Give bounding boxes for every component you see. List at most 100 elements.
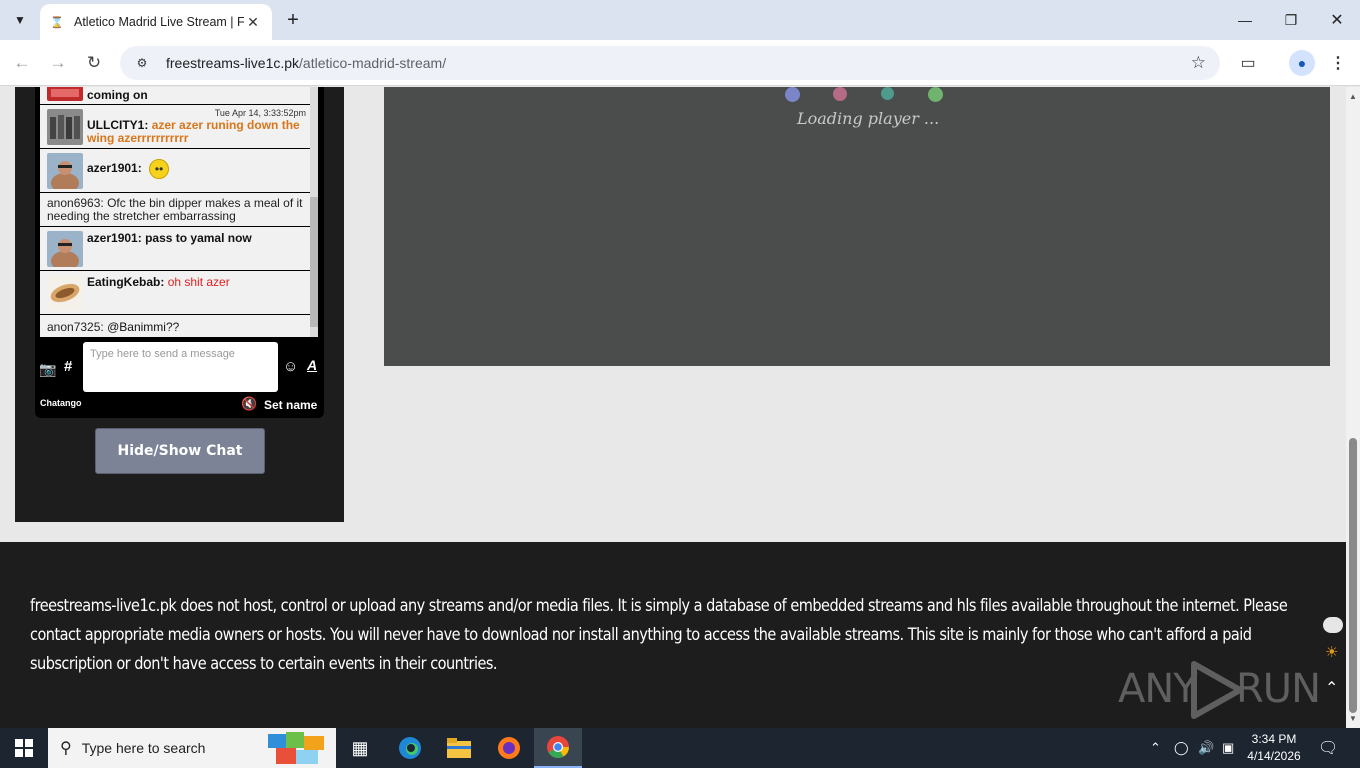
camera-icon[interactable]: 📷 [39,361,56,378]
file-explorer-icon[interactable] [435,728,483,768]
chat-message: EatingKebab: oh shit azer [40,271,310,315]
chrome-logo [547,736,569,758]
scroll-down-arrow-icon[interactable]: ▼ [1346,711,1360,725]
anyrun-watermark: ANY RUN [1118,658,1321,720]
watermark-text-left: ANY [1118,666,1198,712]
search-icon: ⚲ [60,740,72,757]
windows-taskbar: ⚲ Type here to search ▦ ⌃ ◯ 🔊 ▣ 3:34 PM … [0,728,1360,768]
emoticon-icon[interactable]: ☺ [283,358,298,375]
back-button[interactable]: ← [8,49,36,77]
url-host: freestreams-live1c.pk [166,55,300,71]
chat-avatar [47,153,83,189]
sun-icon[interactable]: ☀ [1325,643,1338,661]
scroll-up-arrow-icon[interactable]: ▲ [1346,89,1360,103]
loading-dot [833,87,847,101]
bookmark-star-icon[interactable]: ☆ [1191,53,1206,73]
firefox-logo [498,737,520,759]
kebab-avatar-image [47,275,83,311]
chat-message-text: pass to yamal now [145,231,252,245]
firefox-icon[interactable] [485,728,533,768]
network-icon[interactable]: ▣ [1222,728,1234,768]
page-scrollbar[interactable]: ▲ ▼ [1346,87,1360,728]
tab-close-icon[interactable]: ✕ [244,13,262,31]
start-button[interactable] [0,728,48,768]
taskbar-search-box[interactable]: ⚲ Type here to search [48,728,336,768]
active-tab[interactable]: ⌛ Atletico Madrid Live Stream | FS ✕ [40,4,272,40]
chat-avatar [47,109,83,145]
chatango-logo[interactable]: Chatango [40,398,82,408]
profile-avatar-icon: ● [1289,50,1315,76]
chat-username[interactable]: azer1901: [87,161,142,175]
chat-scrollbar[interactable] [310,87,318,337]
page-scrollbar-thumb[interactable] [1349,438,1357,713]
chat-username[interactable]: ULLCITY1: [87,118,148,132]
chat-username[interactable]: azer1901: [87,231,142,245]
loading-dot [785,87,800,102]
site-info-icon[interactable]: ⚙ [132,53,152,73]
new-tab-button[interactable]: + [280,6,306,34]
clock-date: 4/14/2026 [1247,749,1301,763]
url-path: /atletico-madrid-stream/ [299,55,447,71]
extensions-icon[interactable]: ▭ [1234,49,1262,77]
chat-message: Tue Apr 14, 3:33:52pm ULLCITY1: azer aze… [40,105,310,149]
clock-time: 3:34 PM [1251,732,1297,746]
chrome-icon[interactable] [534,728,582,768]
chat-message: anon6963: Ofc the bin dipper makes a mea… [40,193,310,227]
set-name-link[interactable]: Set name [264,398,317,412]
browser-toolbar: ← → ↻ ⚙ freestreams-live1c.pk/atletico-m… [0,40,1360,86]
taskbar-search-placeholder: Type here to search [81,740,206,756]
url-text: freestreams-live1c.pk/atletico-madrid-st… [166,55,446,71]
hashtag-icon[interactable]: # [64,358,72,375]
chat-message: azer1901: •• [40,149,310,193]
edge-browser-icon[interactable] [386,728,434,768]
tab-title: Atletico Madrid Live Stream | FS [74,15,244,29]
scroll-to-top-icon[interactable]: ⌃ [1325,678,1338,698]
chat-username[interactable]: anon7325: [47,320,104,334]
taskbar-clock[interactable]: 3:34 PM 4/14/2026 [1246,731,1302,765]
address-bar[interactable]: ⚙ freestreams-live1c.pk/atletico-madrid-… [120,46,1220,80]
hide-show-chat-button[interactable]: Hide/Show Chat [95,428,265,474]
loading-favicon-icon: ⌛ [50,16,64,29]
show-hidden-icons[interactable]: ⌃ [1150,728,1161,768]
mute-speaker-icon[interactable]: 🔇 [241,396,257,412]
chat-message: azer1901: pass to yamal now [40,227,310,271]
reload-button[interactable]: ↻ [80,49,108,77]
font-style-icon[interactable]: A [307,357,317,373]
browser-menu-icon[interactable]: ⋮ [1324,49,1352,77]
meet-now-icon[interactable]: ◯ [1174,728,1189,768]
chat-messages[interactable]: coming on Tue Apr 14, 3:33:52pm ULLCITY1… [40,87,310,337]
site-footer: freestreams-live1c.pk does not host, con… [0,542,1346,728]
page-content: coming on Tue Apr 14, 3:33:52pm ULLCITY1… [0,87,1346,728]
folder-logo [447,738,471,758]
video-player[interactable]: Loading player ... [384,87,1330,366]
chat-username[interactable]: anon6963: [47,196,104,210]
profile-button[interactable]: ● [1288,49,1316,77]
task-view-icon[interactable]: ▦ [336,728,384,768]
loading-player-text: Loading player ... [797,109,940,128]
character-avatar-image [47,231,83,267]
chat-scrollbar-thumb[interactable] [310,197,318,327]
forward-button[interactable]: → [44,49,72,77]
loading-dot [881,87,894,100]
tab-search-button[interactable]: ▼ [6,6,34,34]
chat-mention[interactable]: @Banimmi [107,320,166,334]
restore-button[interactable]: ❐ [1268,0,1314,40]
chat-message-input[interactable] [83,342,278,392]
chat-message-text: coming on [87,88,148,102]
edge-logo [399,737,421,759]
theme-toggle-switch[interactable] [1323,617,1343,633]
chat-input-row: 📷 # ☺ A [35,339,324,397]
notifications-icon[interactable]: 🗨 [1318,728,1338,768]
close-window-button[interactable]: ✕ [1314,0,1360,40]
grinning-emoji-icon: •• [149,159,170,179]
chat-avatar [47,275,83,311]
chat-avatar [47,87,83,101]
chat-username[interactable]: EatingKebab: [87,275,164,289]
team-photo-avatar-image [47,109,83,145]
loading-dot [928,87,943,102]
volume-icon[interactable]: 🔊 [1198,728,1214,768]
chat-message: coming on [40,87,310,105]
puzzle-pieces-icon [268,732,324,764]
minimize-button[interactable]: — [1222,0,1268,40]
chat-message-text: oh shit azer [167,275,230,289]
